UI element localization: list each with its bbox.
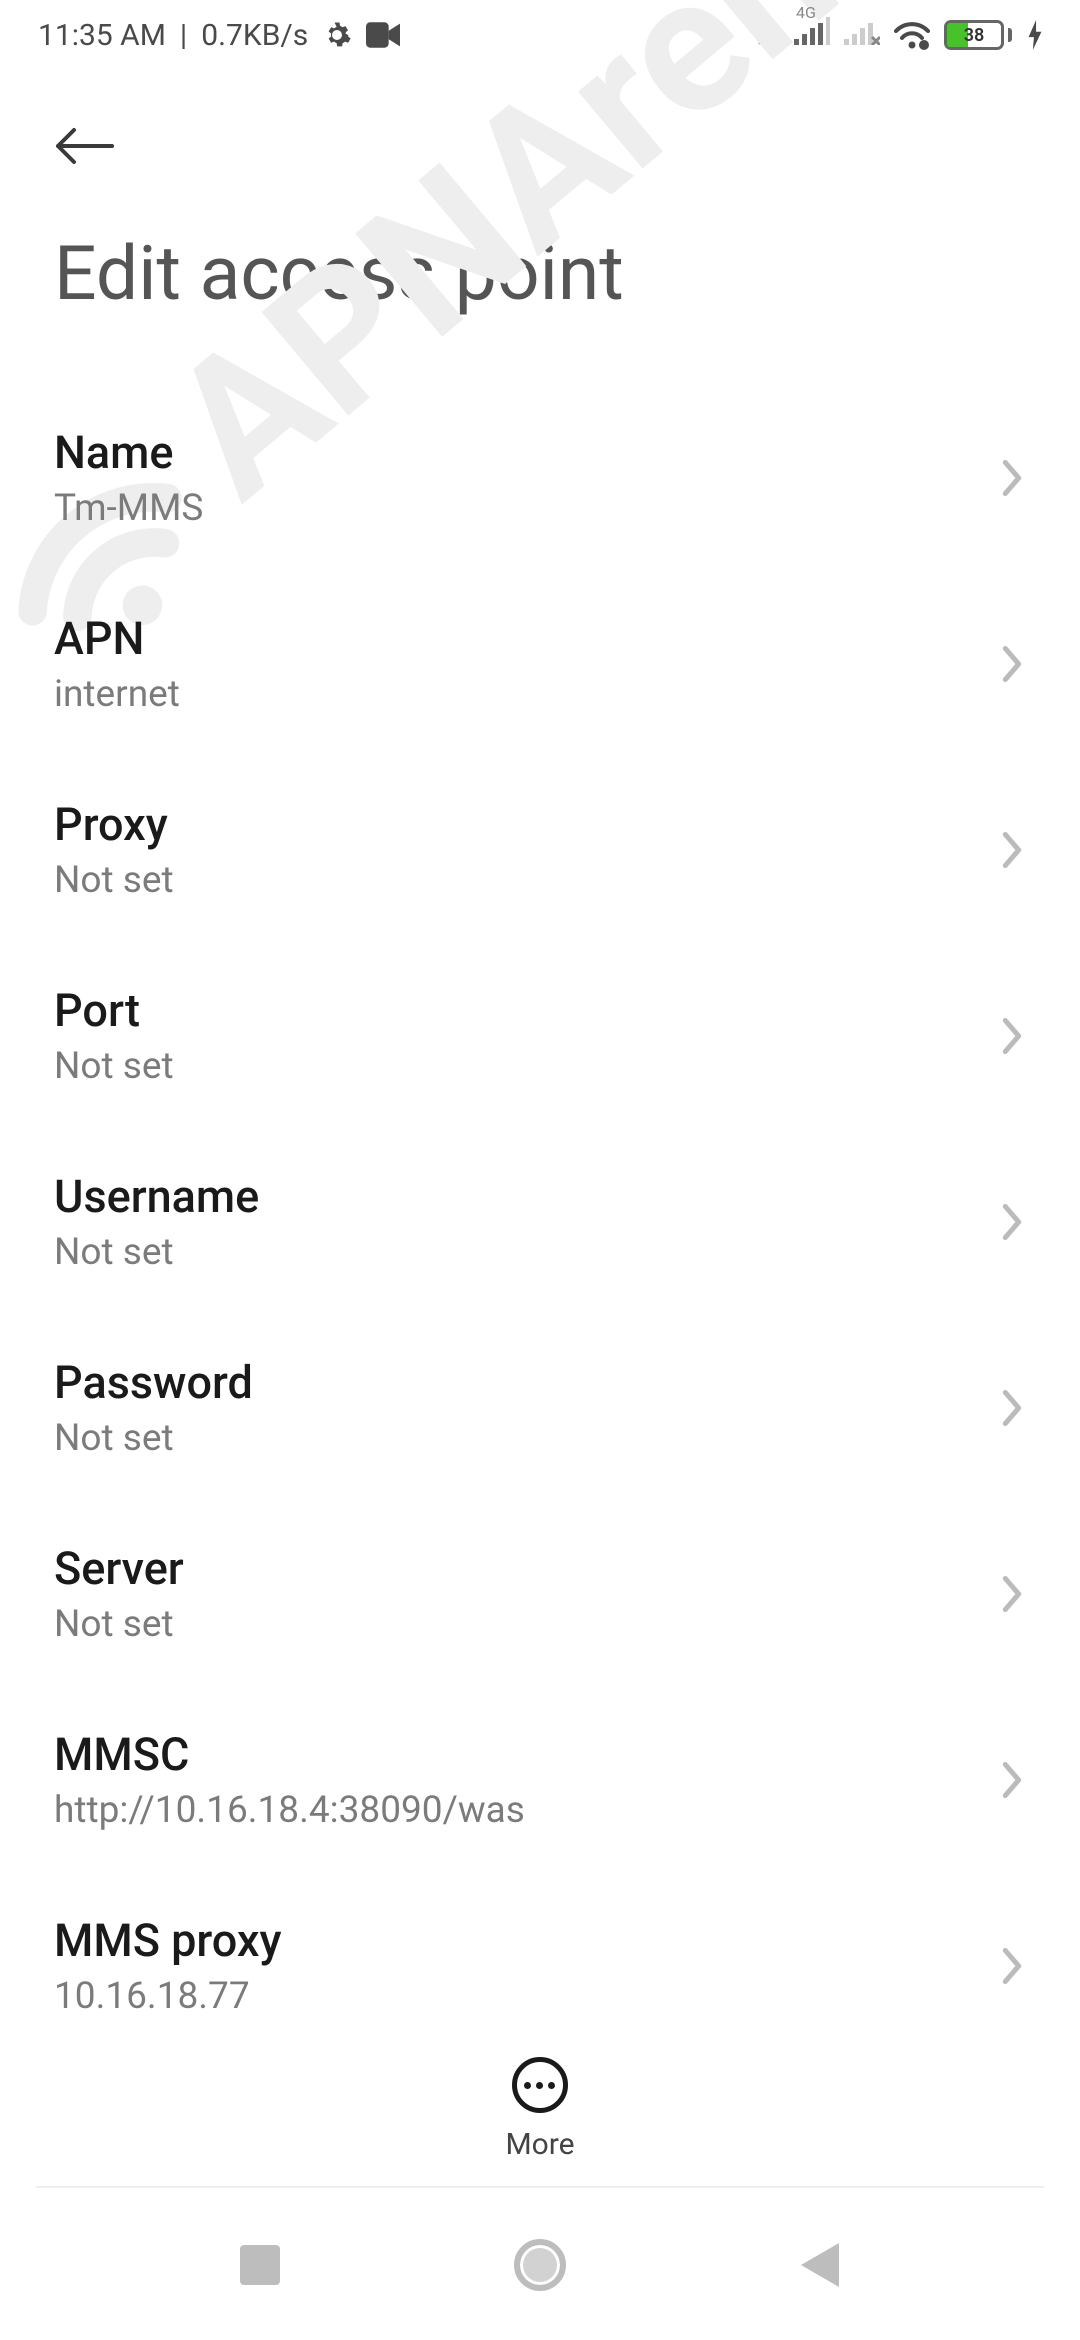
wifi-icon (894, 20, 930, 50)
item-label: Server (54, 1542, 184, 1595)
item-server[interactable]: Server Not set (54, 1498, 1026, 1684)
item-value: Not set (54, 859, 174, 902)
chevron-right-icon (998, 830, 1026, 870)
item-label: Password (54, 1356, 253, 1409)
item-port[interactable]: Port Not set (54, 940, 1026, 1126)
item-value: Not set (54, 1603, 184, 1646)
more-label: More (505, 2127, 574, 2162)
chevron-right-icon (998, 1388, 1026, 1428)
network-label: 4G (796, 3, 816, 22)
chevron-right-icon (998, 1946, 1026, 1986)
item-label: Proxy (54, 798, 174, 851)
item-label: MMS proxy (54, 1914, 282, 1967)
chevron-right-icon (998, 458, 1026, 498)
charging-icon (1026, 20, 1044, 50)
more-button[interactable]: More (505, 2057, 574, 2162)
more-icon (512, 2057, 568, 2113)
item-name[interactable]: Name Tm-MMS (54, 382, 1026, 568)
triangle-left-icon (801, 2243, 839, 2287)
item-label: Port (54, 984, 174, 1037)
item-value: Not set (54, 1231, 259, 1274)
item-username[interactable]: Username Not set (54, 1126, 1026, 1312)
divider (36, 2186, 1044, 2188)
signal-2-icon (844, 17, 880, 53)
nav-recents-button[interactable] (220, 2225, 300, 2305)
item-password[interactable]: Password Not set (54, 1312, 1026, 1498)
status-data-speed: 0.7KB/s (201, 18, 308, 53)
item-label: Name (54, 426, 203, 479)
signal-1-icon: 4G (794, 17, 830, 53)
item-value: 10.16.18.77 (54, 1975, 282, 2018)
nav-back-button[interactable] (780, 2225, 860, 2305)
item-value: internet (54, 673, 180, 716)
status-separator: | (180, 18, 187, 53)
chevron-right-icon (998, 1016, 1026, 1056)
item-mmsc[interactable]: MMSC http://10.16.18.4:38090/was (54, 1684, 1026, 1870)
chevron-right-icon (998, 1574, 1026, 1614)
bluetooth-icon (756, 19, 780, 51)
gear-icon (322, 20, 352, 50)
arrow-left-icon (54, 126, 114, 166)
chevron-right-icon (998, 644, 1026, 684)
circle-icon (514, 2239, 566, 2291)
item-label: Username (54, 1170, 259, 1223)
item-value: Tm-MMS (54, 487, 203, 530)
nav-home-button[interactable] (500, 2225, 580, 2305)
header: Edit access point (0, 70, 1080, 338)
item-label: MMSC (54, 1728, 525, 1781)
status-time: 11:35 AM (38, 18, 166, 53)
item-mms-proxy[interactable]: MMS proxy 10.16.18.77 (54, 1870, 1026, 2056)
chevron-right-icon (998, 1202, 1026, 1242)
item-value: http://10.16.18.4:38090/was (54, 1789, 525, 1832)
battery-percent: 38 (947, 23, 1001, 47)
back-button[interactable] (54, 110, 126, 182)
page-title: Edit access point (54, 230, 1026, 318)
item-apn[interactable]: APN internet (54, 568, 1026, 754)
video-icon (366, 21, 400, 49)
item-value: Not set (54, 1045, 174, 1088)
system-navbar (0, 2190, 1080, 2340)
settings-list: Name Tm-MMS APN internet Proxy Not set P… (0, 338, 1080, 2056)
statusbar: 11:35 AM | 0.7KB/s 4G (0, 0, 1080, 70)
square-icon (240, 2245, 280, 2285)
item-proxy[interactable]: Proxy Not set (54, 754, 1026, 940)
item-label: APN (54, 612, 180, 665)
chevron-right-icon (998, 1760, 1026, 1800)
battery-icon: 38 (944, 20, 1012, 50)
item-value: Not set (54, 1417, 253, 1460)
